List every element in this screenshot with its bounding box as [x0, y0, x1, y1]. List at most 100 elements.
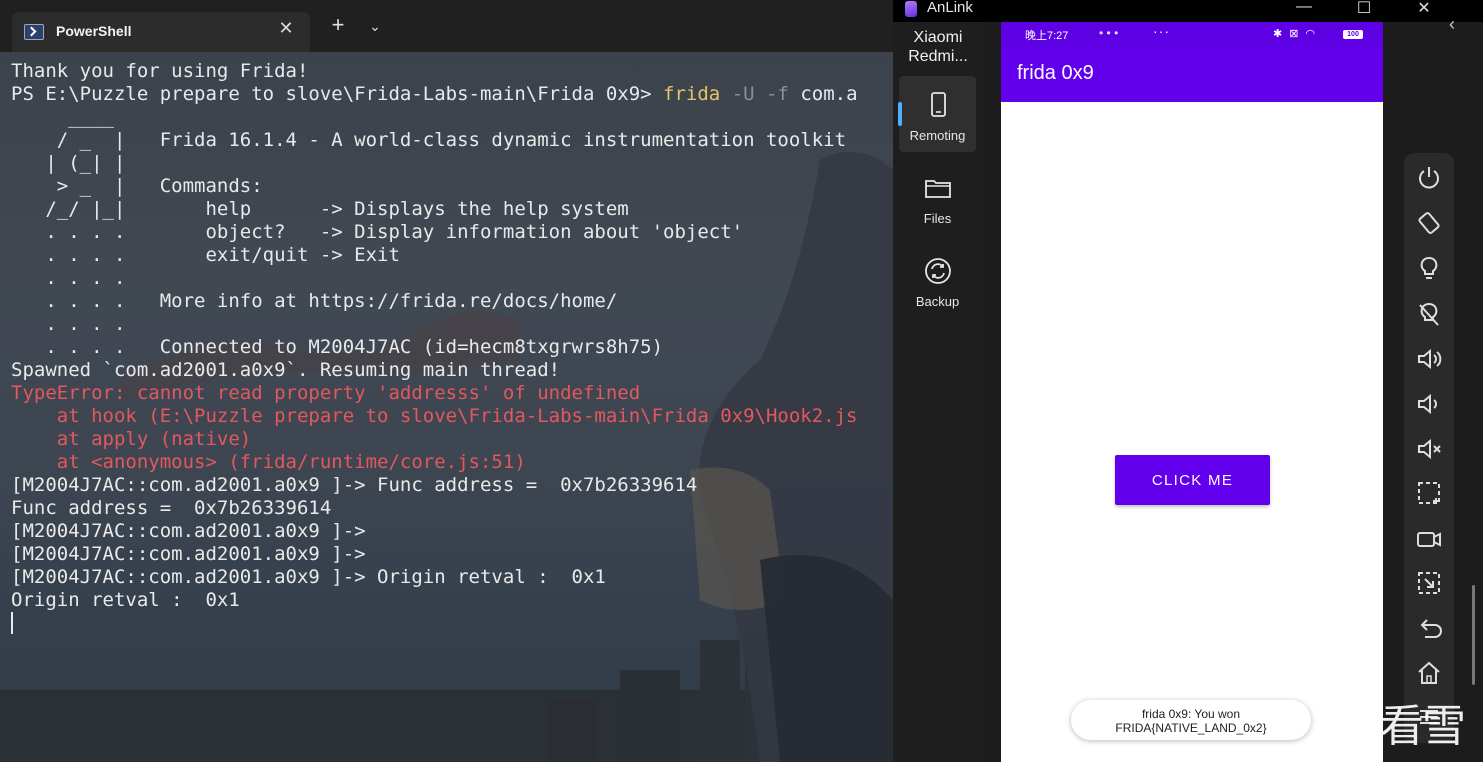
power-icon — [1419, 167, 1439, 189]
console-text: at apply (native) — [11, 428, 252, 450]
chevron-left-icon[interactable]: ‹ — [1449, 14, 1455, 35]
record-button[interactable] — [1415, 525, 1443, 553]
console-line: at apply (native) — [11, 428, 858, 451]
powershell-window: PowerShell ✕ + ⌄ Thank you for using Fri… — [0, 0, 893, 762]
close-icon[interactable]: ✕ — [274, 18, 298, 39]
console-prompt-line[interactable] — [11, 612, 858, 635]
terminal-icon — [24, 24, 44, 40]
sync-icon — [925, 258, 951, 284]
console-text: [M2004J7AC::com.ad2001.a0x9 ]-> Origin r… — [11, 566, 606, 588]
console-text: com.a — [788, 83, 858, 105]
console-line: at hook (E:\Puzzle prepare to slove\Frid… — [11, 405, 858, 428]
volume-down-icon — [1418, 393, 1437, 415]
console-text: . . . . Connected to M2004J7AC (id=hecm8… — [11, 336, 664, 358]
toast-message: frida 0x9: You won FRIDA{NATIVE_LAND_0x2… — [1071, 700, 1311, 740]
sidebar-item-backup[interactable]: Backup — [899, 242, 976, 318]
more-notifications-icon: ··· — [1153, 23, 1170, 39]
console-line: PS E:\Puzzle prepare to slove\Frida-Labs… — [11, 83, 858, 106]
console-line: | (_| | — [11, 152, 858, 175]
home-icon — [1418, 661, 1440, 684]
screenshot-button[interactable] — [1415, 479, 1443, 507]
console-text: Thank you for using Frida! — [11, 60, 309, 82]
folder-icon — [925, 180, 951, 198]
console-text: TypeError: cannot read property 'address… — [11, 382, 641, 404]
toast-line-2: FRIDA{NATIVE_LAND_0x2} — [1115, 721, 1267, 735]
video-camera-icon — [1417, 532, 1441, 547]
console-text: Spawned `com.ad2001.a0x9`. Resuming main… — [11, 359, 561, 381]
new-tab-button[interactable]: + — [326, 14, 350, 36]
console-line: ____ — [11, 106, 858, 129]
app-bar: frida 0x9 — [1001, 47, 1383, 102]
console-text: /_/ |_| help -> Displays the help system — [11, 198, 629, 220]
console-line: [M2004J7AC::com.ad2001.a0x9 ]-> Origin r… — [11, 566, 858, 589]
watermark-text: 看雪 — [1380, 701, 1466, 752]
scrollbar[interactable] — [1472, 585, 1475, 685]
minimize-button[interactable]: — — [1289, 0, 1319, 16]
sidebar-item-files[interactable]: Files — [899, 159, 976, 235]
text-cursor — [11, 612, 13, 634]
home-button[interactable] — [1415, 659, 1443, 687]
console-text: | (_| | — [11, 152, 126, 174]
sidebar-item-remoting[interactable]: Remoting — [898, 76, 976, 152]
console-text: . . . . — [11, 267, 126, 289]
console-line: TypeError: cannot read property 'address… — [11, 382, 858, 405]
snowflake-icon — [1324, 692, 1368, 740]
close-button[interactable]: ✕ — [1409, 0, 1439, 18]
click-me-button[interactable]: CLICK ME — [1115, 455, 1270, 505]
console-text: . . . . object? -> Display information a… — [11, 221, 744, 243]
console-line: [M2004J7AC::com.ad2001.a0x9 ]-> — [11, 543, 858, 566]
console-line: > _ | Commands: — [11, 175, 858, 198]
tab-bar: PowerShell ✕ + ⌄ — [0, 0, 893, 52]
rotate-button[interactable] — [1415, 209, 1443, 237]
status-icons: ✱ ⊠ ◠ — [1273, 28, 1318, 40]
lightbulb-icon — [1420, 257, 1438, 279]
sidebar: Xiaomi Redmi... Remoting Files Backup — [893, 22, 983, 762]
console-text: -U -f — [720, 83, 789, 105]
console-line: [M2004J7AC::com.ad2001.a0x9 ]-> — [11, 520, 858, 543]
console-line: Thank you for using Frida! — [11, 60, 858, 83]
console-text: > _ | Commands: — [11, 175, 263, 197]
notification-icons: • • • — [1099, 26, 1119, 40]
chevron-down-icon[interactable]: ⌄ — [364, 18, 386, 35]
console-text: [M2004J7AC::com.ad2001.a0x9 ]-> — [11, 520, 366, 542]
screen-off-button[interactable] — [1415, 300, 1443, 328]
volume-mute-icon — [1418, 438, 1441, 460]
volume-up-button[interactable] — [1415, 345, 1443, 373]
screenshot-icon — [1418, 482, 1440, 504]
rotate-screen-icon — [1418, 212, 1440, 234]
tab-powershell[interactable]: PowerShell ✕ — [12, 12, 310, 52]
back-button[interactable] — [1415, 615, 1443, 643]
console-line: Spawned `com.ad2001.a0x9`. Resuming main… — [11, 359, 858, 382]
phone-icon — [931, 92, 946, 117]
console-line: . . . . More info at https://frida.re/do… — [11, 290, 858, 313]
toast-line-1: frida 0x9: You won — [1141, 707, 1241, 721]
console-line: /_/ |_| help -> Displays the help system — [11, 198, 858, 221]
terminal-output[interactable]: Thank you for using Frida! PS E:\Puzzle p… — [11, 60, 858, 635]
screen-capture-button[interactable] — [1415, 569, 1443, 597]
console-line: . . . . exit/quit -> Exit — [11, 244, 858, 267]
console-text: ____ — [11, 106, 114, 128]
power-button[interactable] — [1415, 163, 1443, 191]
console-text: at hook (E:\Puzzle prepare to slove\Frid… — [11, 405, 858, 427]
anlink-logo-icon — [905, 1, 917, 17]
console-line: . . . . Connected to M2004J7AC (id=hecm8… — [11, 336, 858, 359]
window-title: AnLink — [927, 0, 973, 16]
console-text: / _ | Frida 16.1.4 - A world-class dynam… — [11, 129, 847, 151]
console-line: Origin retval : 0x1 — [11, 589, 858, 612]
console-text: . . . . More info at https://frida.re/do… — [11, 290, 618, 312]
maximize-button[interactable]: ☐ — [1349, 0, 1379, 18]
sidebar-item-label: Remoting — [909, 128, 966, 143]
app-title: frida 0x9 — [1017, 62, 1094, 84]
status-bar: 晚上7:27 • • • ··· ✱ ⊠ ◠ 100 — [1001, 22, 1383, 47]
console-text: [M2004J7AC::com.ad2001.a0x9 ]-> Func add… — [11, 474, 698, 496]
console-text: frida — [663, 83, 721, 105]
mute-button[interactable] — [1415, 435, 1443, 463]
screen-on-button[interactable] — [1415, 254, 1443, 282]
volume-down-button[interactable] — [1415, 390, 1443, 418]
console-line: at <anonymous> (frida/runtime/core.js:51… — [11, 451, 858, 474]
console-line: . . . . — [11, 313, 858, 336]
console-text: [M2004J7AC::com.ad2001.a0x9 ]-> — [11, 543, 366, 565]
console-text: at <anonymous> (frida/runtime/core.js:51… — [11, 451, 526, 473]
phone-screen[interactable]: 晚上7:27 • • • ··· ✱ ⊠ ◠ 100 frida 0x9 CLI… — [1001, 22, 1383, 762]
back-arrow-icon — [1420, 619, 1442, 638]
